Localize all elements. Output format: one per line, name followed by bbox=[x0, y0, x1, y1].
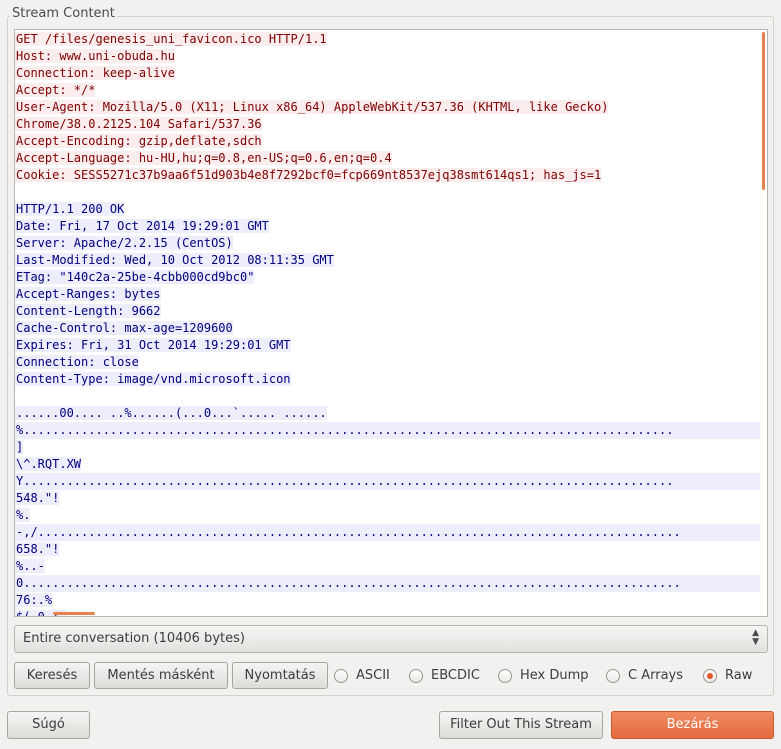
server-body-line: $(.0.!. bbox=[15, 609, 761, 616]
search-button[interactable]: Keresés bbox=[14, 662, 90, 689]
server-header-line: ETag: "140c2a-25be-4cbb000cd9bc0" bbox=[15, 270, 255, 284]
format-radio-hex-dump[interactable]: Hex Dump bbox=[498, 667, 589, 685]
help-button[interactable]: Súgó bbox=[7, 711, 90, 739]
close-button[interactable]: Bezárás bbox=[611, 711, 774, 739]
client-request-line: Accept: */* bbox=[15, 83, 96, 97]
format-radio-c-arrays[interactable]: C Arrays bbox=[606, 667, 683, 685]
horizontal-scroll-thumb[interactable] bbox=[53, 612, 95, 615]
server-header-line: Content-Type: image/vnd.microsoft.icon bbox=[15, 372, 291, 386]
format-radio-raw[interactable]: Raw bbox=[703, 667, 752, 685]
server-body-line: ......00.... ..%......(...0...`..... ...… bbox=[15, 406, 327, 420]
save-as-button[interactable]: Mentés másként bbox=[94, 662, 228, 689]
filter-out-stream-button[interactable]: Filter Out This Stream bbox=[439, 711, 603, 739]
client-request-line: Host: www.uni-obuda.hu bbox=[15, 49, 175, 63]
server-header-line: Accept-Ranges: bytes bbox=[15, 287, 161, 301]
client-request-line: Cookie: SESS5271c37b9aa6f51d903b4e8f7292… bbox=[15, 168, 602, 182]
radio-c-arrays-indicator bbox=[606, 669, 620, 683]
updown-arrow-icon: ▲ ▼ bbox=[752, 628, 759, 647]
server-header-line: Date: Fri, 17 Oct 2014 19:29:01 GMT bbox=[15, 219, 269, 233]
format-radio-ebcdic[interactable]: EBCDIC bbox=[409, 667, 480, 685]
vertical-scrollbar[interactable] bbox=[760, 30, 767, 616]
server-body-line: ] bbox=[15, 440, 24, 454]
print-button[interactable]: Nyomtatás bbox=[232, 662, 328, 689]
radio-hex-dump-label: Hex Dump bbox=[520, 668, 589, 683]
server-body-line: %.......................................… bbox=[15, 422, 761, 439]
client-request-line: User-Agent: Mozilla/5.0 (X11; Linux x86_… bbox=[15, 100, 609, 114]
server-header-line: Expires: Fri, 31 Oct 2014 19:29:01 GMT bbox=[15, 338, 291, 352]
radio-c-arrays-label: C Arrays bbox=[628, 668, 683, 683]
server-header-line: Last-Modified: Wed, 10 Oct 2012 08:11:35… bbox=[15, 253, 334, 267]
radio-ebcdic-indicator bbox=[409, 669, 423, 683]
server-body-line: Y.......................................… bbox=[15, 473, 761, 490]
client-request-line: GET /files/genesis_uni_favicon.ico HTTP/… bbox=[15, 32, 327, 46]
server-body-line: 548."! bbox=[15, 491, 60, 505]
client-request-line: Chrome/38.0.2125.104 Safari/537.36 bbox=[15, 117, 262, 131]
server-body-line: 76:.% bbox=[15, 593, 53, 607]
format-radio-ascii[interactable]: ASCII bbox=[334, 667, 390, 685]
server-body-line: 658."! bbox=[15, 542, 60, 556]
conversation-select[interactable]: Entire conversation (10406 bytes) ▲ ▼ bbox=[14, 625, 768, 653]
radio-ascii-indicator bbox=[334, 669, 348, 683]
server-body-line: -,/.....................................… bbox=[15, 524, 761, 541]
radio-raw-indicator bbox=[703, 669, 717, 683]
server-body-line: \^.RQT.XW bbox=[15, 457, 82, 471]
server-header-line: Content-Length: 9662 bbox=[15, 304, 161, 318]
radio-ascii-label: ASCII bbox=[356, 668, 390, 683]
radio-hex-dump-indicator bbox=[498, 669, 512, 683]
frame-title: Stream Content bbox=[10, 6, 117, 21]
client-request-line: Accept-Encoding: gzip,deflate,sdch bbox=[15, 134, 262, 148]
stream-text: GET /files/genesis_uni_favicon.ico HTTP/… bbox=[15, 30, 761, 616]
server-header-line: Cache-Control: max-age=1209600 bbox=[15, 321, 233, 335]
vertical-scroll-thumb[interactable] bbox=[762, 32, 765, 190]
server-header-line: HTTP/1.1 200 OK bbox=[15, 202, 125, 216]
stream-text-view[interactable]: GET /files/genesis_uni_favicon.ico HTTP/… bbox=[14, 29, 768, 617]
server-body-line: %..- bbox=[15, 559, 45, 573]
server-header-line: Connection: close bbox=[15, 355, 139, 369]
radio-raw-label: Raw bbox=[725, 668, 753, 683]
client-request-line: Accept-Language: hu-HU,hu;q=0.8,en-US;q=… bbox=[15, 151, 392, 165]
client-request-line: Connection: keep-alive bbox=[15, 66, 175, 80]
server-body-line: 0.......................................… bbox=[15, 575, 761, 592]
radio-ebcdic-label: EBCDIC bbox=[431, 668, 480, 683]
server-header-line: Server: Apache/2.2.15 (CentOS) bbox=[15, 236, 233, 250]
conversation-select-value: Entire conversation (10406 bytes) bbox=[23, 631, 245, 646]
server-body-line: %. bbox=[15, 508, 31, 522]
